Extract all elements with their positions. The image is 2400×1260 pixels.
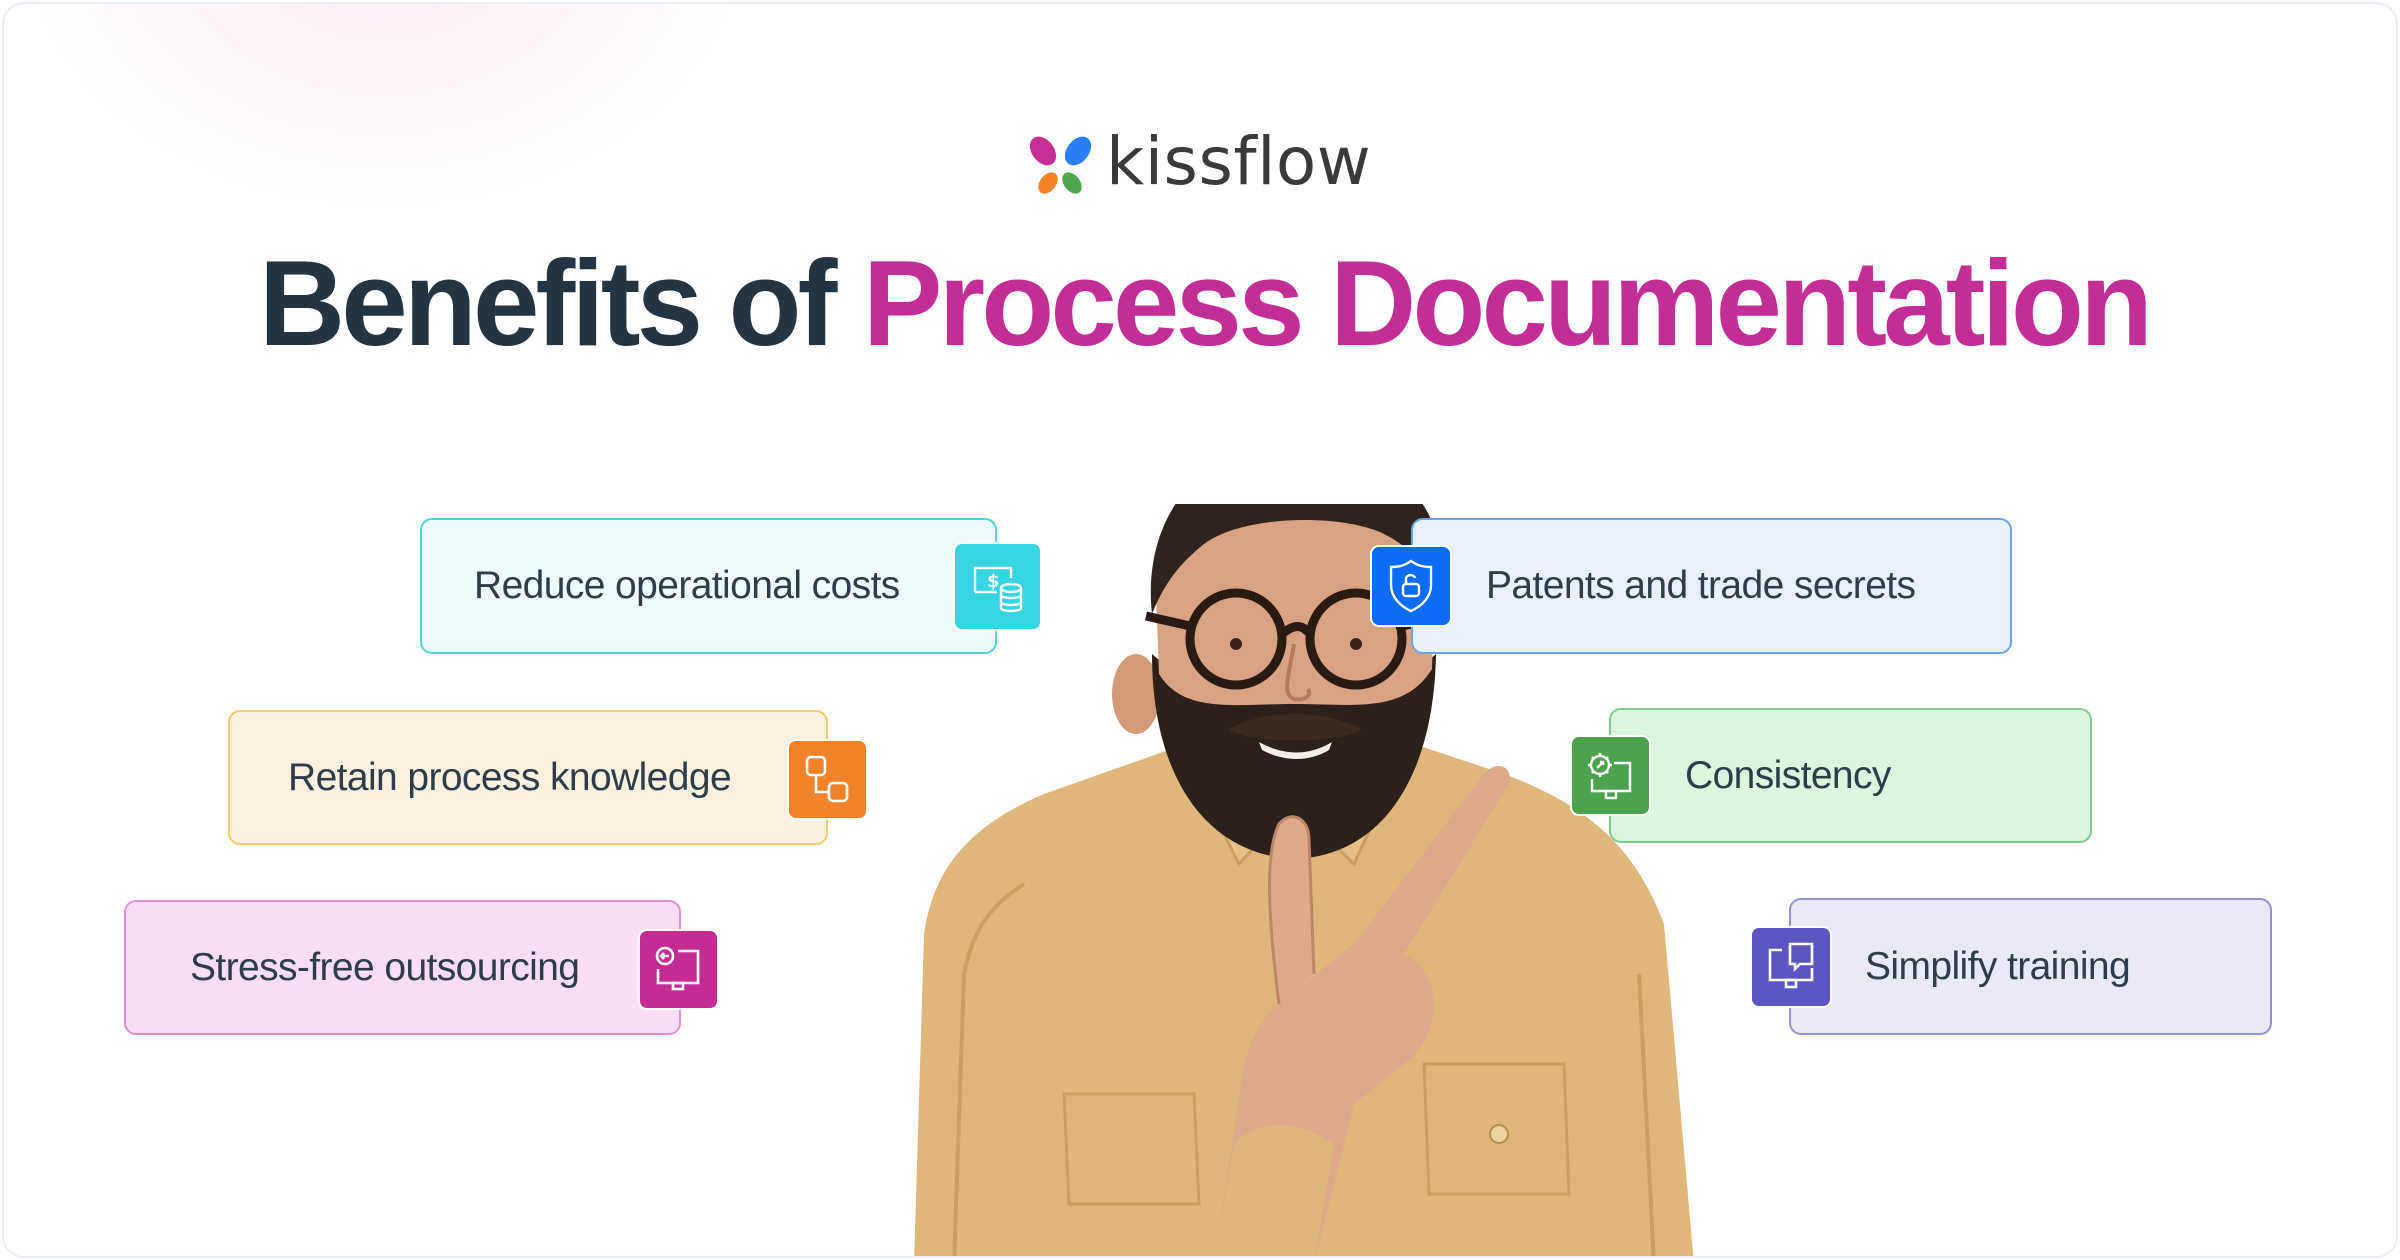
benefit-card-training: Simplify training	[1789, 898, 2272, 1035]
benefit-card-consistency: Consistency	[1609, 708, 2092, 843]
benefit-label: Stress-free outsourcing	[190, 945, 580, 989]
flowchart-icon	[787, 739, 868, 820]
title-highlight: Process Documentation	[862, 235, 2153, 371]
benefit-card-reduce-costs: Reduce operational costs	[420, 518, 997, 654]
brand-name: kissflow	[1106, 123, 1372, 200]
benefit-card-retain-knowledge: Retain process knowledge	[228, 710, 828, 845]
benefit-label: Patents and trade secrets	[1486, 564, 1916, 607]
page-title: Benefits of Process Documentation	[28, 242, 2380, 364]
shield-lock-icon	[1370, 545, 1452, 627]
benefit-label: Consistency	[1685, 753, 1891, 797]
monitor-arrow-icon	[638, 929, 719, 1010]
background-glow	[24, 4, 744, 204]
monitor-chat-icon	[1750, 926, 1832, 1008]
benefit-label: Reduce operational costs	[474, 564, 900, 607]
title-prefix: Benefits of	[258, 235, 838, 371]
benefit-card-outsourcing: Stress-free outsourcing	[124, 900, 681, 1035]
benefit-label: Simplify training	[1865, 944, 2131, 988]
monitor-gauge-icon	[1570, 735, 1651, 816]
svg-text:$: $	[987, 571, 1000, 592]
infographic-frame: kissflow Benefits of Process Documentati…	[2, 2, 2398, 1258]
butterfly-logo-icon	[1029, 136, 1092, 194]
kissflow-logo: kissflow	[1026, 128, 1371, 204]
benefit-card-patents: Patents and trade secrets	[1411, 518, 2012, 654]
benefit-label: Retain process knowledge	[288, 755, 732, 799]
money-database-icon: $	[953, 542, 1042, 631]
